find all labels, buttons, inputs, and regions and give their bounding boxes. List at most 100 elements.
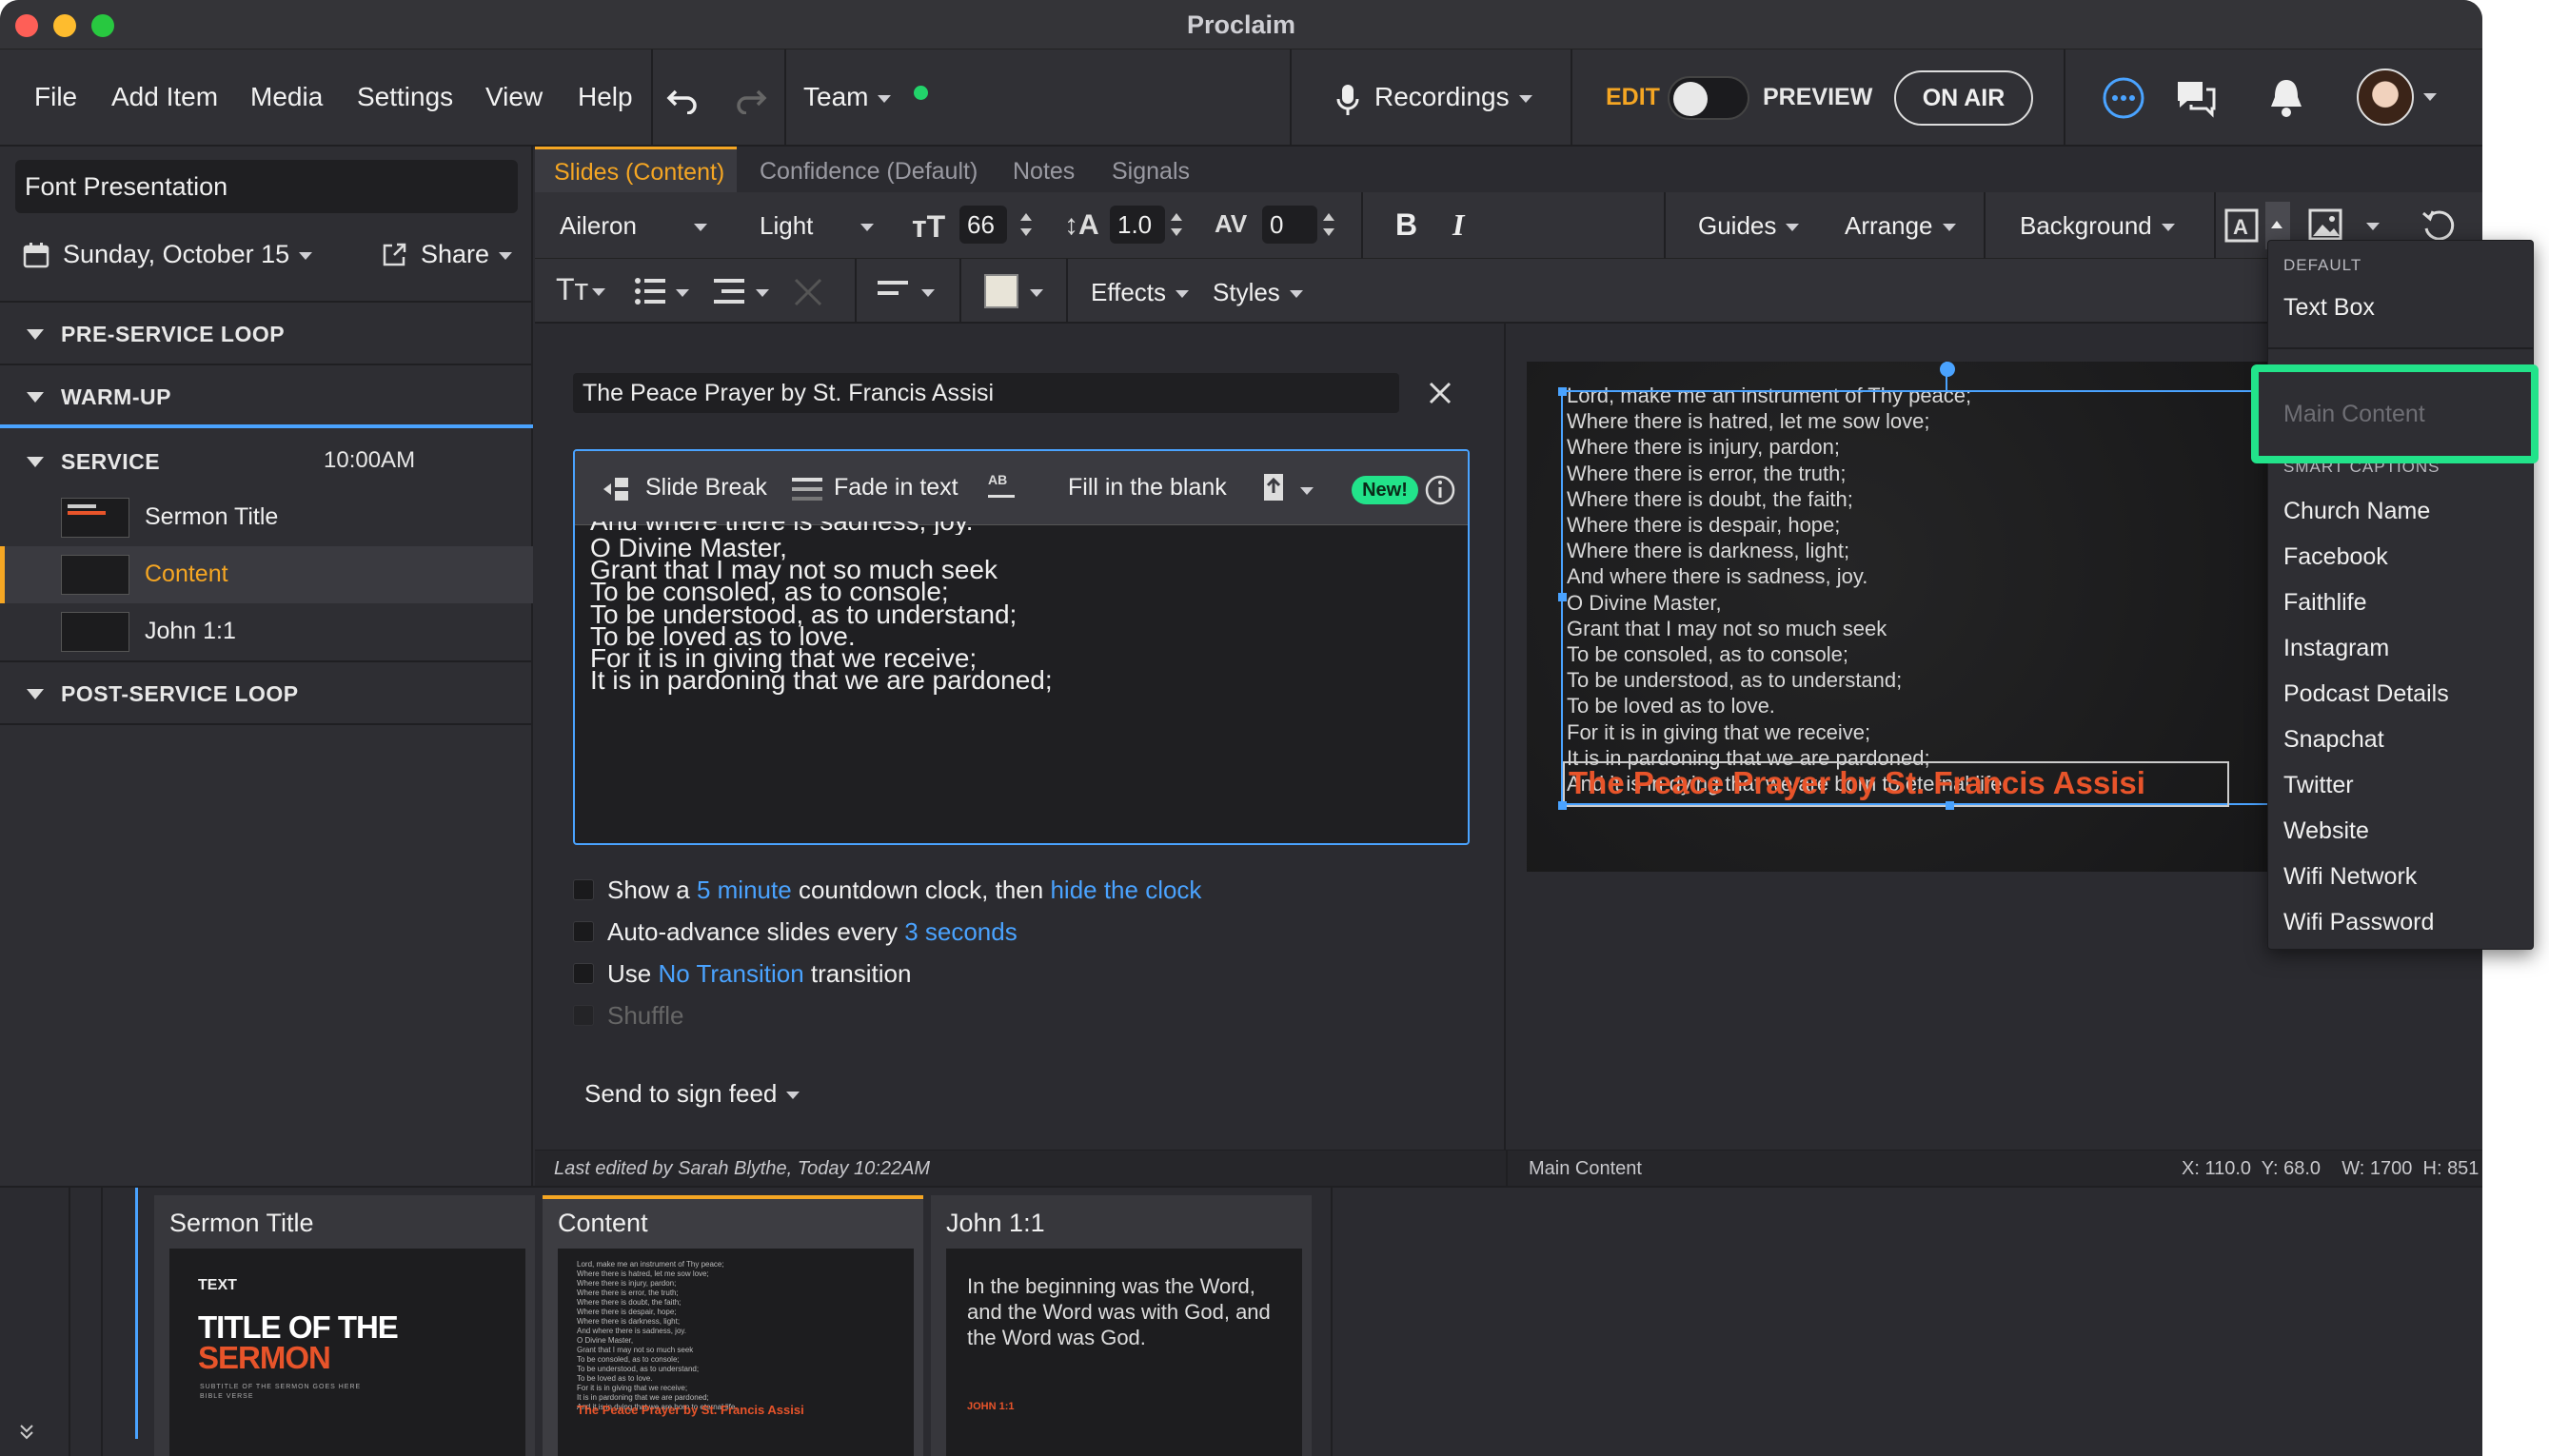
selection-handle[interactable] (1558, 801, 1567, 810)
text-case-icon[interactable]: Tт (556, 272, 606, 307)
recordings-menu[interactable]: Recordings (1374, 82, 1532, 112)
menu-settings[interactable]: Settings (357, 82, 453, 112)
countdown-prefix: Show a (607, 876, 690, 904)
bold-button[interactable]: B (1395, 207, 1417, 243)
menu-item-facebook[interactable]: Facebook (2283, 543, 2388, 571)
bullet-list-icon[interactable] (634, 276, 666, 306)
menu-item-website[interactable]: Website (2283, 817, 2369, 845)
insert-slide-icon[interactable] (1260, 472, 1289, 504)
image-insert-icon[interactable] (2307, 207, 2345, 244)
service-item-content[interactable]: Content (0, 546, 533, 603)
text-box-insert-icon[interactable]: A (2223, 207, 2262, 244)
team-menu[interactable]: Team (803, 82, 892, 112)
text-align-icon[interactable] (878, 278, 912, 305)
chat-icon[interactable] (2174, 76, 2218, 118)
menu-item-wifi-password[interactable]: Wifi Password (2283, 909, 2434, 936)
filmstrip-card-john-1-1[interactable]: John 1:1 In the beginning was the Word, … (931, 1195, 1312, 1456)
thumb-text-lines: Lord, make me an instrument of Thy peace… (577, 1260, 738, 1412)
menu-item-instagram[interactable]: Instagram (2283, 635, 2389, 662)
send-to-sign-feed-menu[interactable]: Send to sign feed (584, 1079, 800, 1109)
slide-preview[interactable]: Lord, make me an instrument of Thy peace… (1527, 362, 2317, 872)
styles-label: Styles (1213, 278, 1280, 306)
notifications-bell-icon[interactable] (2267, 76, 2305, 120)
menu-item-main-content[interactable]: Main Content (2283, 401, 2425, 428)
section-post-service-loop[interactable]: POST-SERVICE LOOP (0, 662, 533, 725)
selection-handle[interactable] (1946, 801, 1954, 810)
menu-help[interactable]: Help (578, 82, 633, 112)
arrange-menu[interactable]: Arrange (1845, 211, 1956, 241)
text-color-swatch[interactable] (984, 274, 1018, 308)
transition-checkbox[interactable] (573, 963, 594, 984)
menu-item-text-box[interactable]: Text Box (2283, 294, 2375, 322)
section-pre-service-loop[interactable]: PRE-SERVICE LOOP (0, 303, 533, 365)
menu-item-twitter[interactable]: Twitter (2283, 772, 2354, 799)
new-badge: New! (1352, 476, 1418, 504)
styles-menu[interactable]: Styles (1213, 278, 1303, 307)
guides-menu[interactable]: Guides (1698, 211, 1800, 241)
menu-item-snapchat[interactable]: Snapchat (2283, 726, 2384, 754)
line-height-input[interactable]: 1.0 (1110, 206, 1165, 244)
effects-menu[interactable]: Effects (1091, 278, 1190, 307)
reset-icon[interactable] (2421, 209, 2456, 244)
menu-item-podcast-details[interactable]: Podcast Details (2283, 680, 2449, 708)
rotate-handle[interactable] (1940, 362, 1955, 377)
service-date-selector[interactable]: Sunday, October 15 (63, 240, 313, 269)
fade-in-text-button[interactable]: Fade in text (834, 474, 958, 502)
selection-box[interactable] (1561, 390, 2317, 805)
transition-value-link[interactable]: No Transition (658, 959, 803, 988)
fill-in-blank-button[interactable]: Fill in the blank (1068, 474, 1227, 502)
menu-view[interactable]: View (485, 82, 543, 112)
section-service[interactable]: SERVICE 10:00AM (0, 430, 533, 493)
edit-preview-toggle[interactable] (1668, 76, 1749, 120)
tab-confidence[interactable]: Confidence (Default) (760, 158, 978, 186)
menu-item-faithlife[interactable]: Faithlife (2283, 589, 2367, 617)
thumb-text-line: To be consoled, as to console; (577, 1355, 680, 1364)
indent-icon[interactable] (714, 276, 746, 306)
clear-formatting-icon (794, 278, 822, 306)
share-menu[interactable]: Share (421, 240, 513, 269)
service-item-sermon-title[interactable]: Sermon Title (0, 489, 533, 546)
auto-advance-checkbox[interactable] (573, 921, 594, 942)
redo-icon[interactable] (733, 84, 767, 114)
close-icon[interactable] (1426, 379, 1454, 407)
service-item-john-1-1[interactable]: John 1:1 (0, 603, 533, 660)
collapse-icon[interactable] (17, 1422, 36, 1441)
slide-title-input[interactable]: The Peace Prayer by St. Francis Assisi (573, 373, 1399, 413)
section-warm-up[interactable]: WARM-UP (0, 365, 533, 428)
lyrics-text-area[interactable]: Slide Break Fade in text AB Fill in the … (573, 449, 1470, 845)
user-avatar[interactable] (2357, 69, 2414, 126)
countdown-action-link[interactable]: hide the clock (1050, 876, 1201, 904)
tab-notes[interactable]: Notes (1013, 158, 1075, 186)
section-label: POST-SERVICE LOOP (61, 681, 299, 706)
letter-spacing-input[interactable]: 0 (1262, 206, 1317, 244)
slide-break-button[interactable]: Slide Break (645, 474, 767, 502)
italic-button[interactable]: I (1452, 207, 1464, 243)
transition-prefix: Use (607, 959, 652, 988)
background-menu[interactable]: Background (2020, 211, 2175, 241)
slide-break-icon (603, 478, 628, 501)
auto-advance-seconds-link[interactable]: 3 seconds (904, 917, 1018, 946)
font-family-select[interactable]: Aileron (560, 211, 707, 241)
more-options-icon[interactable] (2102, 76, 2145, 120)
countdown-minutes-link[interactable]: 5 minute (697, 876, 792, 904)
menu-add-item[interactable]: Add Item (111, 82, 218, 112)
presentation-name-field[interactable]: Font Presentation (15, 160, 518, 213)
selection-handle[interactable] (1558, 387, 1567, 396)
undo-icon[interactable] (666, 84, 701, 114)
font-weight-select[interactable]: Light (760, 211, 875, 241)
menu-item-wifi-network[interactable]: Wifi Network (2283, 863, 2417, 891)
lyrics-line: It is in pardoning that we are pardoned; (590, 665, 1053, 696)
default-header: DEFAULT (2283, 256, 2362, 274)
filmstrip-card-sermon-title[interactable]: Sermon Title TEXT TITLE OF THE SERMON SU… (154, 1195, 535, 1456)
filmstrip-card-content[interactable]: Content Lord, make me an instrument of T… (543, 1195, 923, 1456)
selection-handle[interactable] (1558, 593, 1567, 601)
tab-signals[interactable]: Signals (1112, 158, 1190, 186)
font-size-input[interactable]: 66 (959, 206, 1007, 244)
menu-media[interactable]: Media (250, 82, 323, 112)
menu-file[interactable]: File (34, 82, 77, 112)
countdown-checkbox[interactable] (573, 879, 594, 900)
info-icon[interactable] (1424, 474, 1456, 506)
menu-item-church-name[interactable]: Church Name (2283, 498, 2430, 525)
tab-slides[interactable]: Slides (Content) (535, 147, 737, 192)
on-air-button[interactable]: ON AIR (1894, 70, 2033, 126)
